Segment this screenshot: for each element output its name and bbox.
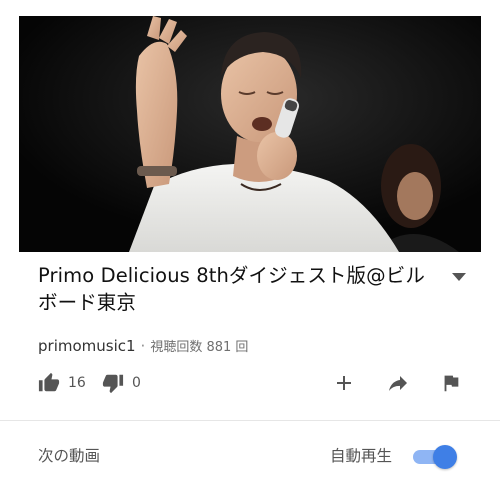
view-count: 視聴回数 881 回 <box>150 340 249 355</box>
autoplay-toggle-knob <box>433 445 457 469</box>
like-count: 16 <box>68 375 86 391</box>
caret-down-icon <box>452 273 466 281</box>
autoplay-toggle[interactable] <box>411 445 457 469</box>
flag-icon <box>444 375 459 392</box>
up-next-label: 次の動画 <box>38 447 101 465</box>
expand-description-button[interactable] <box>448 268 470 286</box>
video-frame-image <box>19 16 481 252</box>
video-title: Primo Delicious 8thダイジェスト版@ビルボード東京 <box>38 264 425 314</box>
meta-separator: · <box>140 337 146 355</box>
section-divider <box>0 420 500 421</box>
share-button[interactable] <box>386 370 410 396</box>
video-player[interactable] <box>19 16 481 252</box>
report-button[interactable] <box>440 370 462 396</box>
add-to-playlist-button[interactable] <box>332 370 356 396</box>
video-meta: primomusic1 · 視聴回数 881 回 <box>38 336 248 355</box>
action-bar: 16 0 <box>38 370 468 396</box>
video-watch-page: Primo Delicious 8thダイジェスト版@ビルボード東京 primo… <box>0 0 500 500</box>
video-title-row: Primo Delicious 8thダイジェスト版@ビルボード東京 <box>38 262 438 316</box>
thumb-down-icon <box>102 374 124 394</box>
share-icon <box>389 376 407 391</box>
channel-name[interactable]: primomusic1 <box>38 337 136 355</box>
add-icon <box>337 376 351 390</box>
dislike-button[interactable]: 0 <box>102 370 141 396</box>
dislike-count: 0 <box>132 375 141 391</box>
thumb-up-icon <box>38 372 60 392</box>
like-button[interactable]: 16 <box>38 370 86 396</box>
up-next-row: 次の動画 自動再生 <box>38 444 458 474</box>
autoplay-label: 自動再生 <box>330 447 393 465</box>
